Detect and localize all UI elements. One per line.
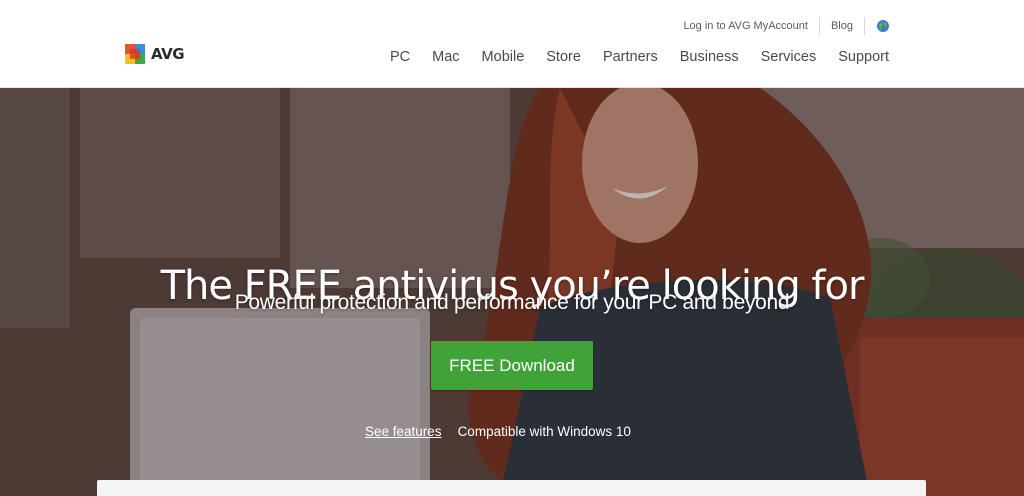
nav-item-partners[interactable]: Partners	[603, 49, 658, 65]
content-card-top	[97, 480, 926, 496]
avg-logo[interactable]: AVG	[123, 40, 185, 68]
hero-banner: The FREE antivirus you’re looking for Po…	[0, 88, 1024, 496]
avg-logo-icon	[125, 44, 145, 64]
globe-icon[interactable]	[876, 19, 890, 33]
nav-item-services[interactable]: Services	[761, 49, 817, 65]
divider	[864, 17, 865, 35]
site-header: AVG Log in to AVG MyAccount Blog PC Mac …	[0, 0, 1024, 88]
see-features-link[interactable]: See features	[365, 424, 442, 439]
nav-item-pc[interactable]: PC	[390, 49, 410, 65]
utility-bar: Log in to AVG MyAccount Blog	[683, 17, 890, 35]
hero-subtitle: Powerful protection and performance for …	[234, 291, 790, 314]
nav-item-support[interactable]: Support	[838, 49, 889, 65]
login-link[interactable]: Log in to AVG MyAccount	[683, 20, 808, 32]
free-download-button[interactable]: FREE Download	[431, 341, 593, 390]
main-nav: PC Mac Mobile Store Partners Business Se…	[390, 49, 889, 65]
logo-text: AVG	[151, 45, 185, 63]
nav-item-mac[interactable]: Mac	[432, 49, 459, 65]
blog-link[interactable]: Blog	[831, 20, 853, 32]
nav-item-business[interactable]: Business	[680, 49, 739, 65]
nav-item-mobile[interactable]: Mobile	[482, 49, 525, 65]
divider	[818, 17, 820, 35]
nav-item-store[interactable]: Store	[546, 49, 581, 65]
compatibility-text: Compatible with Windows 10	[457, 424, 631, 439]
cta-footnote: See features Compatible with Windows 10	[365, 424, 631, 439]
